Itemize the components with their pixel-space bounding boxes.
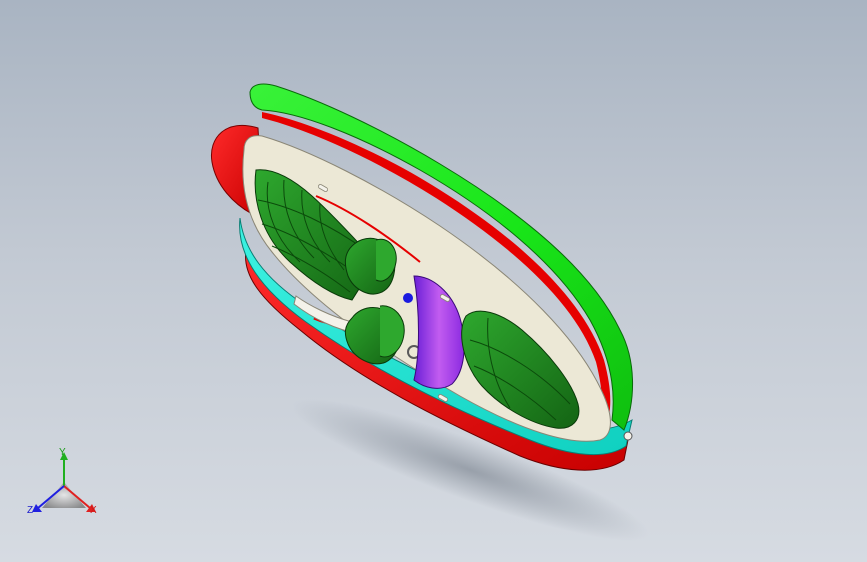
triad-y-label: Y [59,447,66,458]
triad-z-label: Z [27,505,34,516]
helm-console [403,293,413,303]
graphics-viewport[interactable]: Y X Z [0,0,867,562]
triad-x-label: X [90,505,97,516]
bow-light [623,431,633,441]
coordinate-triad-icon[interactable]: Y X Z [22,446,106,522]
boat-3d-model[interactable] [0,0,867,562]
